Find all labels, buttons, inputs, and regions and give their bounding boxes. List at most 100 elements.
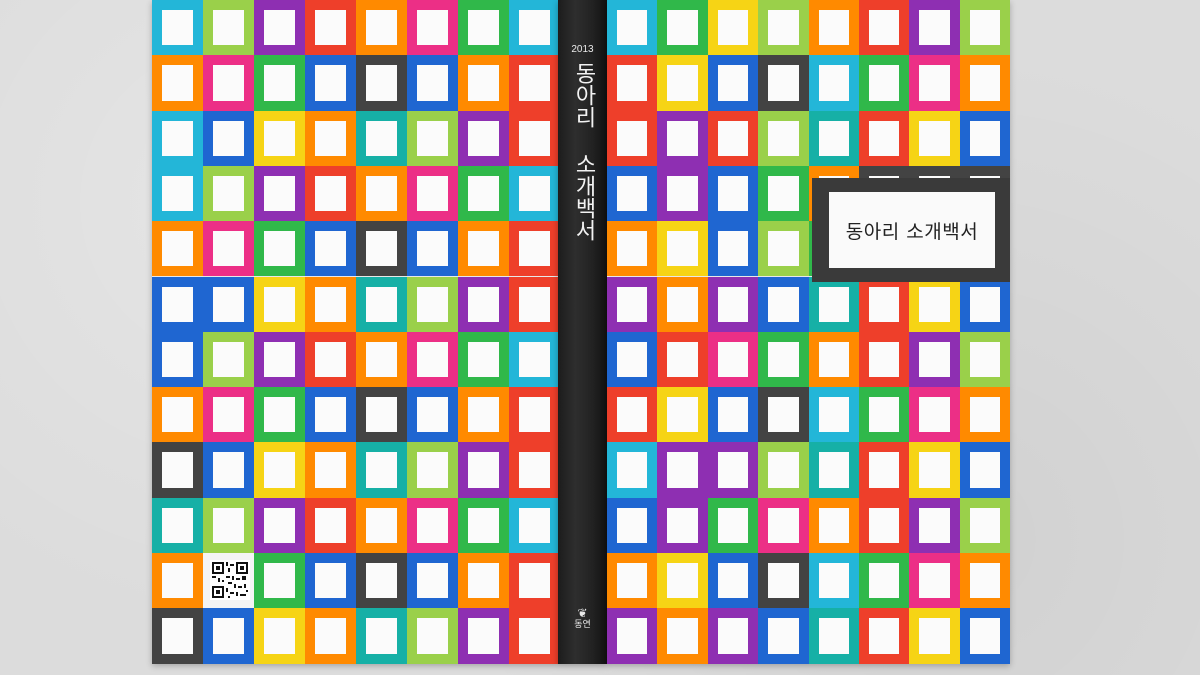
front-tile <box>808 608 859 664</box>
front-tile <box>758 55 809 111</box>
back-tile-window <box>519 175 550 212</box>
title-box: 동아리 소개백서 <box>829 192 995 268</box>
back-tile-window <box>366 507 397 543</box>
front-tile <box>909 497 960 553</box>
front-tile <box>758 276 809 332</box>
front-tile-window <box>919 341 950 378</box>
back-tile-window <box>468 618 499 654</box>
front-tile <box>657 497 708 553</box>
back-tile <box>305 331 356 388</box>
front-tile <box>607 331 658 388</box>
back-tile <box>203 608 254 664</box>
back-tile-window <box>468 286 499 322</box>
front-tile <box>959 553 1010 609</box>
front-tile-window <box>969 397 1001 433</box>
back-tile <box>254 221 305 277</box>
back-tile-window <box>468 65 499 101</box>
back-tile-window <box>366 175 397 212</box>
back-tile <box>458 608 509 664</box>
front-tile-window <box>768 65 799 101</box>
back-tile <box>305 0 356 56</box>
front-tile <box>808 276 859 332</box>
back-tile-window <box>417 231 448 267</box>
back-tile-window <box>162 397 193 433</box>
front-tile <box>808 0 859 56</box>
front-tile <box>707 387 759 443</box>
back-tile <box>305 497 356 553</box>
back-tile-window <box>366 341 397 378</box>
front-tile <box>657 331 708 388</box>
back-tile-window <box>468 10 499 46</box>
front-tile <box>959 442 1010 498</box>
back-tile <box>458 110 509 166</box>
front-tile-window <box>717 10 749 46</box>
front-tile <box>707 331 759 388</box>
front-tile <box>808 553 859 609</box>
back-tile-window <box>417 120 448 156</box>
back-tile <box>203 276 254 332</box>
front-tile <box>657 442 708 498</box>
back-tile-window <box>264 618 295 654</box>
back-tile-window <box>519 563 550 599</box>
back-tile <box>356 497 407 553</box>
back-tile <box>509 110 558 166</box>
back-tile <box>305 55 356 111</box>
publisher-mark-icon: ❦ <box>577 606 588 620</box>
back-tile <box>254 331 305 388</box>
back-tile-window <box>417 507 448 543</box>
front-tile <box>607 387 658 443</box>
back-tile-window <box>315 397 346 433</box>
back-tile <box>356 110 407 166</box>
back-tile <box>356 331 407 388</box>
back-tile-window <box>264 452 295 488</box>
back-tile-window <box>417 65 448 101</box>
front-tile-window <box>969 618 1001 654</box>
front-tile-window <box>768 10 799 46</box>
front-tile-window <box>667 65 698 101</box>
front-tile-window <box>919 65 950 101</box>
front-tile-window <box>717 618 749 654</box>
back-tile <box>152 165 203 222</box>
back-tile <box>407 608 458 664</box>
back-tile <box>356 55 407 111</box>
back-tile <box>305 553 356 609</box>
back-tile <box>407 276 458 332</box>
front-tile-window <box>667 618 698 654</box>
front-tile <box>758 331 809 388</box>
back-tile-window <box>468 507 499 543</box>
front-tile <box>959 0 1010 56</box>
back-tile-window <box>162 65 193 101</box>
back-tile-window <box>366 452 397 488</box>
back-tile-window <box>417 341 448 378</box>
back-tile <box>407 331 458 388</box>
back-tile-window <box>264 65 295 101</box>
front-tile-window <box>869 10 900 46</box>
front-tile-window <box>969 507 1001 543</box>
publisher-logo: ❦ 동연 <box>558 606 607 631</box>
back-tile-window <box>264 175 295 212</box>
front-tile <box>859 276 910 332</box>
back-tile-window <box>519 341 550 378</box>
back-tile-window <box>162 231 193 267</box>
front-tile-window <box>617 397 648 433</box>
back-tile-window <box>519 507 550 543</box>
back-tile <box>254 608 305 664</box>
front-tile-window <box>617 507 648 543</box>
front-tile-window <box>969 452 1001 488</box>
back-tile <box>305 608 356 664</box>
back-tile-window <box>519 120 550 156</box>
back-tile-window <box>468 452 499 488</box>
front-tile-window <box>969 10 1001 46</box>
back-tile-window <box>468 231 499 267</box>
back-tile-window <box>264 10 295 46</box>
back-cover <box>152 0 558 664</box>
back-tile-window <box>213 286 244 322</box>
back-tile-window <box>264 507 295 543</box>
back-tile <box>305 221 356 277</box>
front-tile <box>707 55 759 111</box>
front-tile <box>758 608 809 664</box>
front-tile <box>959 110 1010 166</box>
front-tile <box>959 387 1010 443</box>
front-tile-window <box>818 563 849 599</box>
back-tile <box>356 553 407 609</box>
